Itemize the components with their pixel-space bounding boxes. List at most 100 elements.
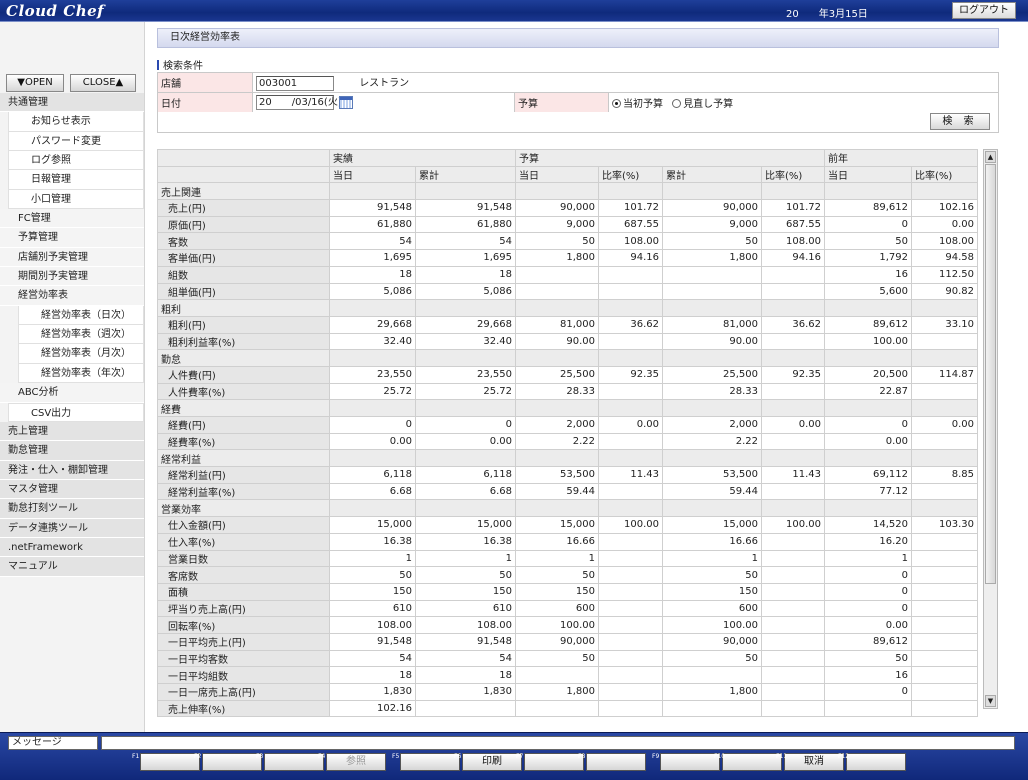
sidebar-item[interactable]: 日報管理 — [8, 170, 144, 190]
search-action-bar: 検 索 — [157, 112, 999, 133]
sidebar-item[interactable]: 売上管理 — [0, 421, 144, 442]
budget-initial-radio[interactable] — [612, 99, 621, 108]
sidebar-item[interactable]: 経営効率表（日次） — [18, 305, 144, 326]
function-key-f4[interactable]: F4 参照 — [318, 753, 386, 771]
function-key-f10[interactable]: F10 — [714, 753, 782, 771]
table-cell — [598, 649, 663, 668]
table-cell — [598, 566, 663, 584]
function-key-f11[interactable]: F11 取消 — [776, 753, 844, 771]
close-all-button[interactable]: CLOSE▲ — [70, 74, 136, 92]
function-key-f7[interactable]: F7 — [516, 753, 584, 771]
date-cell: 20 /03/16(火) — [252, 92, 515, 113]
table-cell: 50 — [662, 232, 762, 251]
table-cell: 150 — [329, 582, 416, 601]
function-key-f9[interactable]: F9 — [652, 753, 720, 771]
row-label: 坪当り売上高(円) — [157, 599, 330, 618]
sidebar-item[interactable]: 勤怠打刻ツール — [0, 499, 144, 519]
table-cell — [515, 265, 599, 284]
sidebar-item[interactable]: 経営効率表（月次） — [18, 344, 144, 364]
function-keys: F1 F2 F3 F4 参照 F5 F6 印刷 F7 F8 F9 F10 F11 取消 F12 — [132, 753, 1016, 773]
table-scrollbar[interactable]: ▲ ▼ — [983, 149, 998, 709]
sidebar-item[interactable]: 店舗別予実管理 — [0, 247, 144, 268]
table-row: 一日平均売上(円) 91,548 91,548 90,000 90,000 89,612 — [157, 632, 978, 651]
table-cell — [515, 399, 599, 417]
table-cell — [911, 566, 978, 584]
table-cell: 108.00 — [415, 616, 516, 634]
row-label: 一日平均組数 — [157, 666, 330, 684]
table-cell — [515, 499, 599, 518]
table-cell — [824, 499, 912, 518]
table-row: 売上関連 — [157, 182, 978, 201]
sidebar-item[interactable]: CSV出力 — [8, 402, 144, 422]
table-cell — [415, 299, 516, 317]
table-cell — [662, 265, 762, 284]
sidebar-item[interactable]: 予算管理 — [0, 228, 144, 248]
table-cell: 11.43 — [598, 466, 663, 484]
table-cell: 9,000 — [662, 215, 762, 234]
table-cell: 5,086 — [415, 282, 516, 301]
search-button[interactable]: 検 索 — [930, 113, 990, 130]
row-label: 経常利益率(%) — [157, 482, 330, 501]
table-cell — [515, 449, 599, 468]
sidebar-item[interactable]: 共通管理 — [0, 93, 144, 113]
budget-revised-radio[interactable] — [672, 99, 682, 108]
sidebar-item[interactable]: 小口管理 — [8, 189, 144, 210]
sidebar-item[interactable]: マニュアル — [0, 557, 144, 577]
table-cell — [598, 499, 663, 518]
sidebar-item[interactable]: FC管理 — [0, 209, 144, 229]
sidebar-item[interactable]: 発注・仕入・棚卸管理 — [0, 460, 144, 480]
table-cell — [598, 599, 663, 618]
function-key-f8[interactable]: F8 — [578, 753, 646, 771]
scroll-up-icon[interactable]: ▲ — [985, 151, 996, 163]
function-key-f3[interactable]: F3 — [256, 753, 324, 771]
sidebar-item[interactable]: パスワード変更 — [8, 131, 144, 152]
table-cell — [329, 499, 416, 518]
table-cell: 5,086 — [329, 282, 416, 301]
sidebar-item[interactable]: お知らせ表示 — [8, 112, 144, 132]
table-cell: 50 — [329, 566, 416, 584]
table-cell: 1,695 — [329, 249, 416, 267]
row-label: 一日一席売上高(円) — [157, 683, 330, 701]
table-cell: 5,600 — [824, 282, 912, 301]
row-label: 経常利益 — [157, 449, 330, 468]
sidebar-item[interactable]: 経営効率表（年次） — [18, 363, 144, 384]
function-key-f6[interactable]: F6 印刷 — [454, 753, 522, 771]
table-cell: 90.00 — [662, 332, 762, 351]
table-cell: 18 — [415, 265, 516, 284]
logout-button[interactable]: ログアウト — [952, 2, 1016, 19]
date-input[interactable]: 20 /03/16(火) — [256, 95, 342, 110]
function-key-f5[interactable]: F5 — [392, 753, 460, 771]
table-cell — [515, 299, 599, 317]
scroll-down-icon[interactable]: ▼ — [985, 695, 996, 707]
table-cell: 50 — [662, 649, 762, 668]
store-code-input[interactable]: 003001 — [256, 75, 334, 91]
sidebar-item[interactable]: ログ参照 — [8, 151, 144, 171]
table-cell — [761, 616, 825, 634]
sidebar-item[interactable]: .netFramework — [0, 537, 144, 558]
sidebar-item[interactable]: 勤怠管理 — [0, 441, 144, 461]
table-cell: 54 — [415, 649, 516, 668]
row-label: 勤怠 — [157, 349, 330, 367]
store-name: レストラン — [359, 78, 410, 90]
sidebar-item[interactable]: マスタ管理 — [0, 479, 144, 500]
sidebar-item[interactable]: ABC分析 — [0, 383, 144, 403]
table-cell: 32.40 — [415, 332, 516, 351]
table-cell — [662, 499, 762, 518]
sidebar-item[interactable]: 期間別予実管理 — [0, 267, 144, 287]
table-group-header: 前年 — [824, 149, 978, 167]
function-key-number: F8 — [578, 753, 586, 760]
function-key-f2[interactable]: F2 — [194, 753, 262, 771]
open-all-button[interactable]: ▼OPEN — [6, 74, 64, 92]
calendar-icon[interactable] — [339, 96, 354, 109]
table-cell — [515, 182, 599, 201]
sidebar-item[interactable]: 経営効率表（週次） — [18, 325, 144, 345]
sidebar-item[interactable]: 経営効率表 — [0, 286, 144, 306]
table-cell — [329, 182, 416, 201]
sidebar-item[interactable]: データ連携ツール — [0, 518, 144, 538]
row-label: 組数 — [157, 265, 330, 284]
table-cell — [911, 549, 978, 568]
function-key-label: 印刷 — [482, 756, 502, 767]
function-key-f1[interactable]: F1 — [132, 753, 200, 771]
function-key-f12[interactable]: F12 — [838, 753, 906, 771]
scroll-thumb[interactable] — [985, 164, 996, 584]
